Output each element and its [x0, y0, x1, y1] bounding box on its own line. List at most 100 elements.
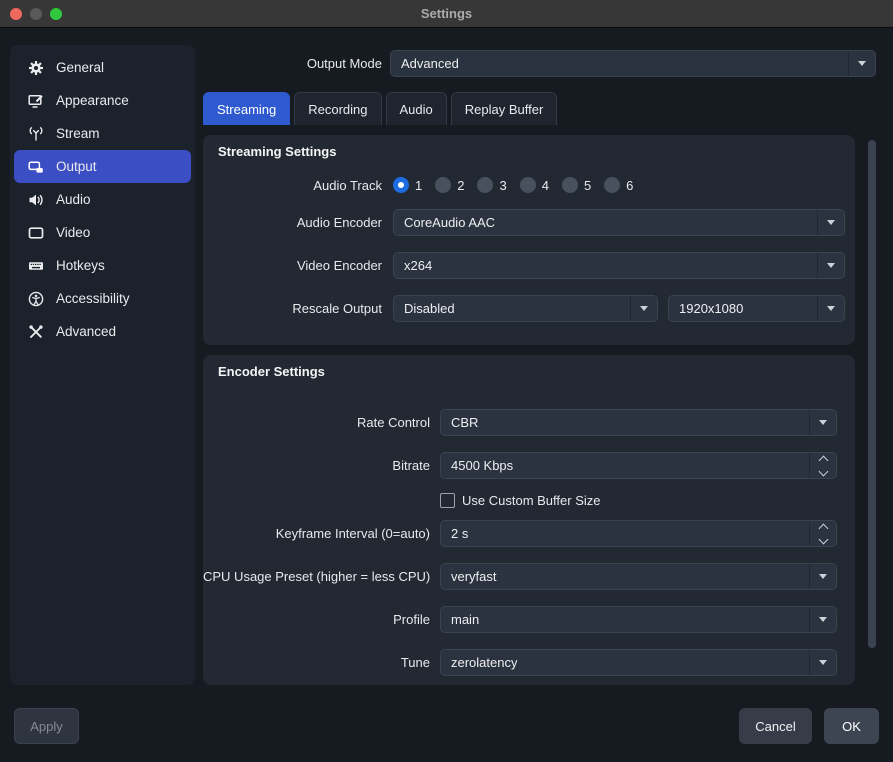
audio-track-option-5[interactable]: 5 — [562, 177, 591, 193]
radio-label: 6 — [626, 178, 633, 193]
sidebar-item-label: Appearance — [56, 93, 129, 108]
combo-value: Advanced — [401, 56, 459, 71]
tune-row: Tune zerolatency — [203, 649, 837, 676]
section-heading-encoder: Encoder Settings — [218, 364, 325, 379]
sidebar-item-label: Audio — [56, 192, 91, 207]
spinner-buttons[interactable] — [809, 521, 836, 546]
audio-track-row: Audio Track 1 2 3 4 5 6 — [203, 171, 646, 199]
bitrate-input[interactable]: 4500 Kbps — [440, 452, 837, 479]
chevron-down-icon — [809, 650, 836, 675]
sidebar-item-general[interactable]: General — [10, 51, 195, 84]
audio-track-option-3[interactable]: 3 — [477, 177, 506, 193]
rate-control-label: Rate Control — [203, 415, 430, 430]
sidebar-item-stream[interactable]: Stream — [10, 117, 195, 150]
cancel-button[interactable]: Cancel — [739, 708, 812, 744]
screen-share-icon — [28, 159, 44, 175]
sidebar-item-accessibility[interactable]: Accessibility — [10, 282, 195, 315]
combo-value: 1920x1080 — [679, 301, 743, 316]
audio-track-option-2[interactable]: 2 — [435, 177, 464, 193]
combo-value: main — [451, 612, 479, 627]
close-button[interactable] — [10, 8, 22, 20]
profile-row: Profile main — [203, 606, 837, 633]
custom-buffer-checkbox-row[interactable]: Use Custom Buffer Size — [440, 493, 600, 508]
sidebar-item-label: Output — [56, 159, 97, 174]
custom-buffer-label: Use Custom Buffer Size — [462, 493, 600, 508]
chevron-down-icon — [630, 296, 657, 321]
chevron-down-icon — [809, 564, 836, 589]
spinner-buttons[interactable] — [809, 453, 836, 478]
combo-value: veryfast — [451, 569, 497, 584]
minimize-button — [30, 8, 42, 20]
chevron-down-icon — [809, 607, 836, 632]
chevron-down-icon — [817, 296, 844, 321]
sidebar-item-label: Stream — [56, 126, 100, 141]
sidebar-item-video[interactable]: Video — [10, 216, 195, 249]
sidebar-item-advanced[interactable]: Advanced — [10, 315, 195, 348]
spinbox-value: 2 s — [451, 526, 468, 541]
profile-select[interactable]: main — [440, 606, 837, 633]
radio-icon — [520, 177, 536, 193]
sidebar-item-output[interactable]: Output — [14, 150, 191, 183]
video-encoder-row: Video Encoder x264 — [203, 252, 845, 279]
video-encoder-label: Video Encoder — [203, 258, 382, 273]
keyframe-interval-input[interactable]: 2 s — [440, 520, 837, 547]
rate-control-select[interactable]: CBR — [440, 409, 837, 436]
combo-value: CBR — [451, 415, 478, 430]
cpu-preset-select[interactable]: veryfast — [440, 563, 837, 590]
apply-button[interactable]: Apply — [14, 708, 79, 744]
chevron-down-icon — [817, 210, 844, 235]
combo-value: Disabled — [404, 301, 455, 316]
keyboard-icon — [28, 258, 44, 274]
radio-label: 4 — [542, 178, 549, 193]
rescale-output-row: Rescale Output Disabled 1920x1080 — [203, 295, 845, 322]
tab-replay-buffer[interactable]: Replay Buffer — [451, 92, 558, 125]
radio-icon — [562, 177, 578, 193]
zoom-button[interactable] — [50, 8, 62, 20]
tab-streaming[interactable]: Streaming — [203, 92, 290, 125]
audio-track-option-4[interactable]: 4 — [520, 177, 549, 193]
radio-icon — [435, 177, 451, 193]
tune-select[interactable]: zerolatency — [440, 649, 837, 676]
radio-checked-icon — [393, 177, 409, 193]
checkbox-unchecked-icon[interactable] — [440, 493, 455, 508]
audio-track-option-1[interactable]: 1 — [393, 177, 422, 193]
combo-value: x264 — [404, 258, 432, 273]
sidebar-item-hotkeys[interactable]: Hotkeys — [10, 249, 195, 282]
tune-label: Tune — [203, 655, 430, 670]
rescale-resolution-select[interactable]: 1920x1080 — [668, 295, 845, 322]
display-edit-icon — [28, 93, 44, 109]
encoder-settings-panel: Encoder Settings Rate Control CBR Bitrat… — [203, 355, 855, 685]
chevron-down-icon — [817, 253, 844, 278]
output-mode-row: Output Mode Advanced — [203, 50, 876, 77]
sidebar-item-appearance[interactable]: Appearance — [10, 84, 195, 117]
window-title: Settings — [0, 6, 893, 21]
sidebar-item-audio[interactable]: Audio — [10, 183, 195, 216]
radio-label: 5 — [584, 178, 591, 193]
monitor-icon — [28, 225, 44, 241]
accessibility-icon — [28, 291, 44, 307]
audio-encoder-row: Audio Encoder CoreAudio AAC — [203, 209, 845, 236]
bitrate-row: Bitrate 4500 Kbps — [203, 452, 837, 479]
tab-audio[interactable]: Audio — [386, 92, 447, 125]
traffic-lights — [10, 0, 62, 27]
rate-control-row: Rate Control CBR — [203, 409, 837, 436]
audio-encoder-label: Audio Encoder — [203, 215, 382, 230]
output-mode-label: Output Mode — [203, 56, 382, 71]
streaming-settings-panel: Streaming Settings Audio Track 1 2 3 4 5… — [203, 135, 855, 345]
video-encoder-select[interactable]: x264 — [393, 252, 845, 279]
audio-track-option-6[interactable]: 6 — [604, 177, 633, 193]
radio-label: 2 — [457, 178, 464, 193]
sidebar: General Appearance Stream Output Audio V… — [10, 45, 195, 685]
audio-encoder-select[interactable]: CoreAudio AAC — [393, 209, 845, 236]
output-mode-select[interactable]: Advanced — [390, 50, 876, 77]
combo-value: zerolatency — [451, 655, 517, 670]
profile-label: Profile — [203, 612, 430, 627]
keyframe-interval-label: Keyframe Interval (0=auto) — [203, 526, 430, 541]
rescale-output-select[interactable]: Disabled — [393, 295, 658, 322]
cpu-preset-label: CPU Usage Preset (higher = less CPU) — [203, 569, 430, 584]
ok-button[interactable]: OK — [824, 708, 879, 744]
sidebar-item-label: Hotkeys — [56, 258, 105, 273]
vertical-scrollbar[interactable] — [868, 140, 876, 648]
tab-recording[interactable]: Recording — [294, 92, 381, 125]
speaker-icon — [28, 192, 44, 208]
